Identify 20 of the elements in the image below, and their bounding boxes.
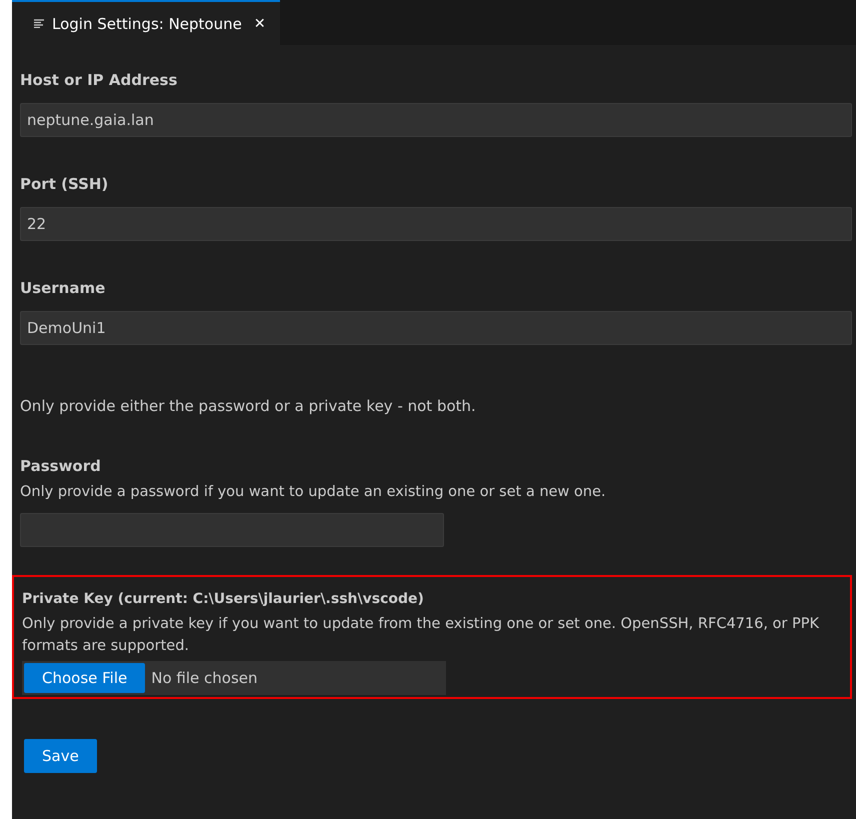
- choose-file-button[interactable]: Choose File: [24, 663, 146, 693]
- close-icon[interactable]: ✕: [254, 16, 266, 32]
- field-label: Port (SSH): [20, 175, 110, 193]
- file-status: No file chosen: [151, 669, 258, 687]
- file-input[interactable]: Choose File No file chosen: [22, 661, 446, 695]
- input-field[interactable]: 22: [20, 207, 852, 241]
- field-label: Password: [20, 457, 102, 475]
- note-text: Only provide either the password or a private key - not both.: [20, 397, 477, 415]
- field-label: Private Key (current: C:\Users\jlaurier\.ssh\vscode): [22, 591, 425, 607]
- input-field[interactable]: neptune.gaia.lan: [20, 103, 852, 137]
- save-button[interactable]: Save: [24, 739, 97, 773]
- tab-title: Login Settings: Neptoune: [52, 14, 242, 32]
- help-text: Only provide a private key if you want to update from the existing one or set one. OpenSSH, RFC4716, or PPK formats are supported.: [22, 615, 820, 656]
- list-icon: [34, 19, 44, 28]
- editor-tab[interactable]: Login Settings: Neptoune ✕: [12, 0, 280, 45]
- field-label: Host or IP Address: [20, 71, 178, 89]
- help-text: Only provide a password if you want to update an existing one or set a new one.: [20, 483, 607, 502]
- password-field[interactable]: [20, 513, 444, 547]
- field-label: Username: [20, 279, 106, 297]
- input-field[interactable]: DemoUni1: [20, 311, 852, 345]
